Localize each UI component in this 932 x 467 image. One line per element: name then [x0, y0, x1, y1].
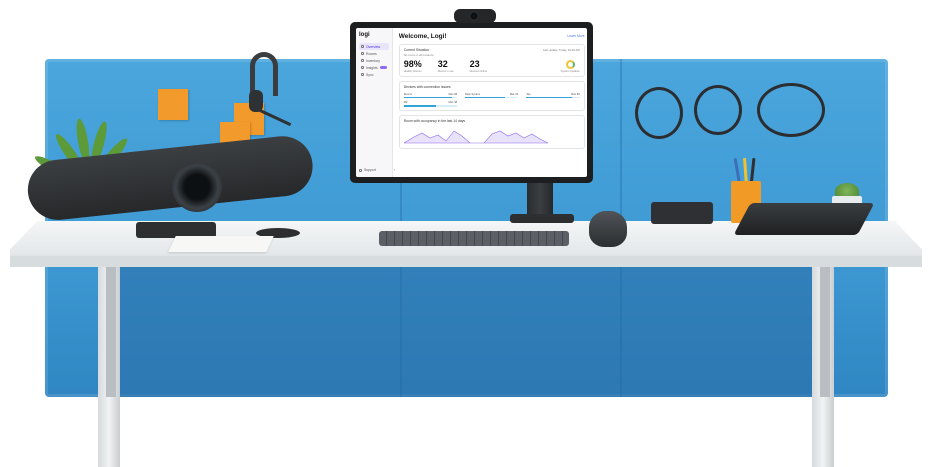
bar-value: Max 48 [448, 101, 458, 105]
inventory-icon [361, 59, 364, 62]
dashboard-screen: logi Overview Rooms Inventory Insights S… [356, 28, 587, 177]
bar-label: Tap [526, 93, 531, 96]
dashboard-sidebar: logi Overview Rooms Inventory Insights S… [356, 28, 395, 177]
device-bar: Rooms Max 98 [403, 93, 458, 99]
paper-sheets [168, 236, 274, 252]
sidebar-item-label: Inventory [366, 58, 380, 63]
divider-lower-panel [120, 262, 820, 397]
last-update: Last update: Today, 10:00 AM [542, 48, 580, 52]
usb-cable [635, 87, 683, 139]
stats-row: 98% Healthy Rooms 32 Rooms in use 23 Dev… [403, 59, 580, 74]
device-bars: Rooms Max 98 Rally System Max 64 Tap Max 88 [403, 93, 580, 107]
sidebar-item-insights[interactable]: Insights [359, 64, 389, 71]
desk-edge [10, 256, 922, 267]
device-bar: Mic Max 48 [403, 101, 458, 107]
sidebar-item-inventory[interactable]: Inventory [359, 57, 389, 64]
bar-value: Max 98 [448, 93, 458, 96]
monitor-base [510, 214, 574, 223]
card-subtitle: All rooms in all locations [403, 53, 434, 57]
camera-lens-icon [172, 162, 222, 212]
monitor-stand [527, 183, 553, 217]
bar-value: Max 64 [509, 93, 519, 96]
bar-fill [526, 97, 572, 99]
bar-fill [403, 105, 436, 107]
stat: 98% Healthy Rooms [403, 59, 422, 74]
device-bar: Tap Max 88 [526, 93, 580, 99]
usage-area-chart [403, 130, 548, 144]
sidebar-item-label: Overview [366, 44, 381, 49]
sidebar-item-label: Insights [366, 65, 378, 70]
stat: 23 Devices Online [469, 59, 488, 74]
home-icon [361, 45, 364, 48]
sidebar-footer-support[interactable]: Support › [359, 168, 395, 172]
sidebar-item-label: Rooms [366, 51, 377, 56]
learn-more-link[interactable]: Learn More [567, 34, 584, 38]
stat-value: 23 [469, 59, 480, 69]
bar-label: Rooms [403, 93, 412, 96]
stat: System Updates [561, 60, 580, 73]
desk-scene: logi Overview Rooms Inventory Insights S… [0, 0, 932, 467]
stat: 32 Rooms in use [437, 59, 454, 74]
bar-fill [403, 97, 452, 99]
usage-card: Room with occupancy in the last 14 days [398, 114, 585, 149]
desk-leg-inner [820, 267, 830, 397]
desk-leg-inner [106, 267, 116, 397]
keyboard [379, 231, 569, 246]
progress-ring-icon [565, 60, 575, 69]
devices-card: Devices with connection issues Rooms Max … [398, 81, 585, 111]
sync-icon [361, 73, 364, 76]
area-series [403, 130, 548, 144]
card-title: Devices with connection issues [403, 85, 451, 89]
card-title: Room with occupancy in the last 14 days [403, 118, 466, 123]
stat-value: 98% [403, 59, 422, 69]
logi-logo: logi [359, 32, 370, 38]
health-card: Current Situation All rooms in all locat… [398, 44, 585, 77]
page-title: Welcome, Logi! [398, 33, 447, 40]
stat-label: Healthy Rooms [403, 70, 422, 73]
usb-cable [757, 83, 825, 137]
sidebar-item-sync[interactable]: Sync [359, 71, 389, 78]
sidebar-footer-label: Support [364, 168, 376, 172]
bar-value: Max 88 [571, 93, 580, 96]
stat-label: Devices Online [469, 70, 488, 73]
room-icon [361, 52, 364, 55]
mouse [589, 211, 627, 247]
new-badge [379, 65, 387, 70]
stat-label: System Updates [560, 70, 580, 73]
insights-icon [361, 66, 364, 69]
help-icon [359, 168, 362, 172]
bar-label: Mic [403, 101, 408, 105]
usb-cable [694, 85, 742, 135]
stat-value: 32 [437, 59, 448, 69]
stat-label: Rooms in use [437, 70, 454, 73]
device-bar: Rally System Max 64 [465, 93, 519, 99]
sidebar-item-label: Sync [366, 72, 374, 77]
monitor: logi Overview Rooms Inventory Insights S… [350, 22, 593, 183]
bar-label: Rally System [465, 93, 481, 96]
webcam-lens-icon [469, 11, 479, 21]
sidebar-item-rooms[interactable]: Rooms [359, 50, 389, 57]
mini-pc [651, 202, 713, 224]
sidebar-item-overview[interactable]: Overview [359, 43, 389, 50]
dashboard-main: Welcome, Logi! Learn More Current Situat… [393, 28, 587, 177]
sticky-note [158, 89, 188, 120]
bar-fill [465, 97, 505, 99]
touch-controller [733, 203, 875, 235]
